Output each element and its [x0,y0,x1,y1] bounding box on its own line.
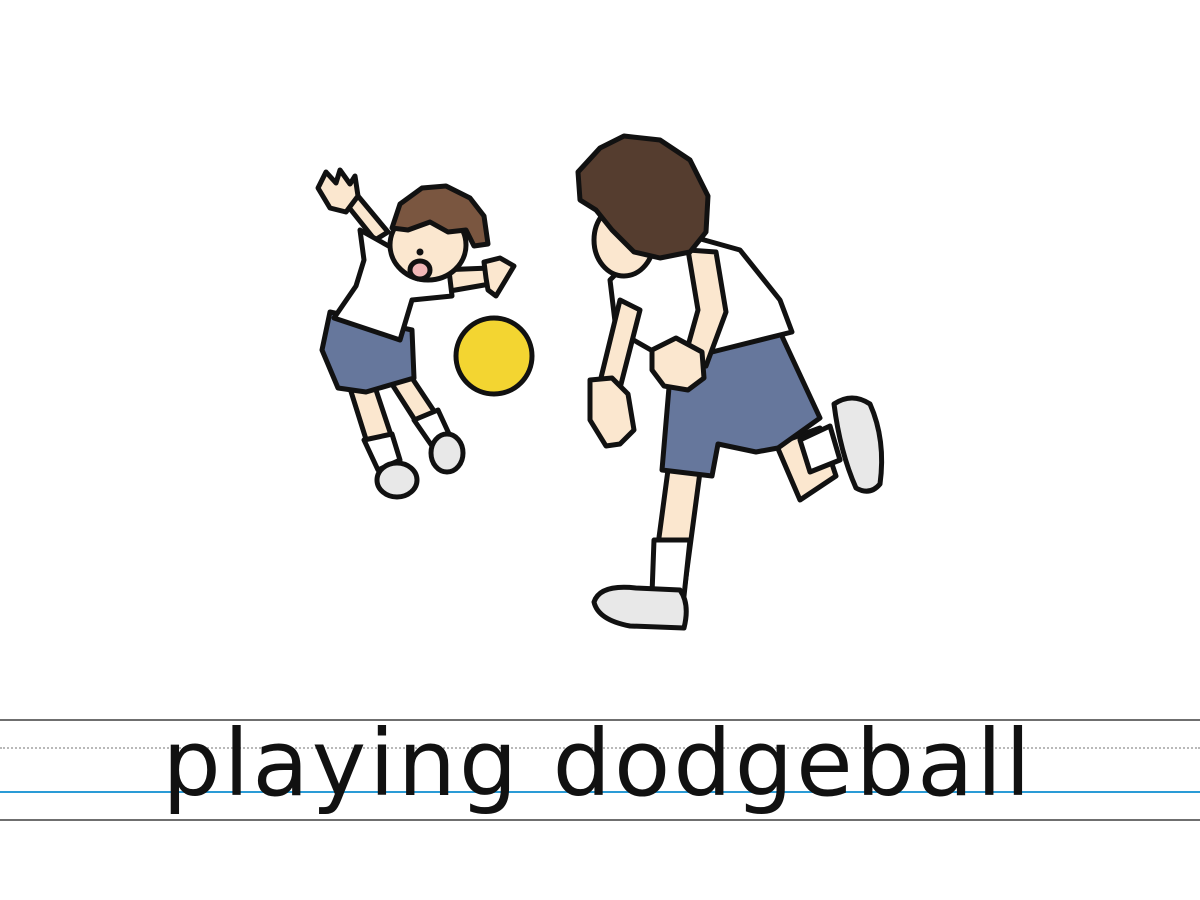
ball-icon [453,315,535,397]
guide-line-bottom [0,819,1200,821]
worksheet-page: playing dodgeball [0,0,1200,900]
dodgeball-illustration [315,133,885,631]
big-boy-icon [575,133,885,631]
caption-text: playing dodgeball [162,710,1034,817]
handwriting-guide-lines: playing dodgeball [0,710,1200,825]
